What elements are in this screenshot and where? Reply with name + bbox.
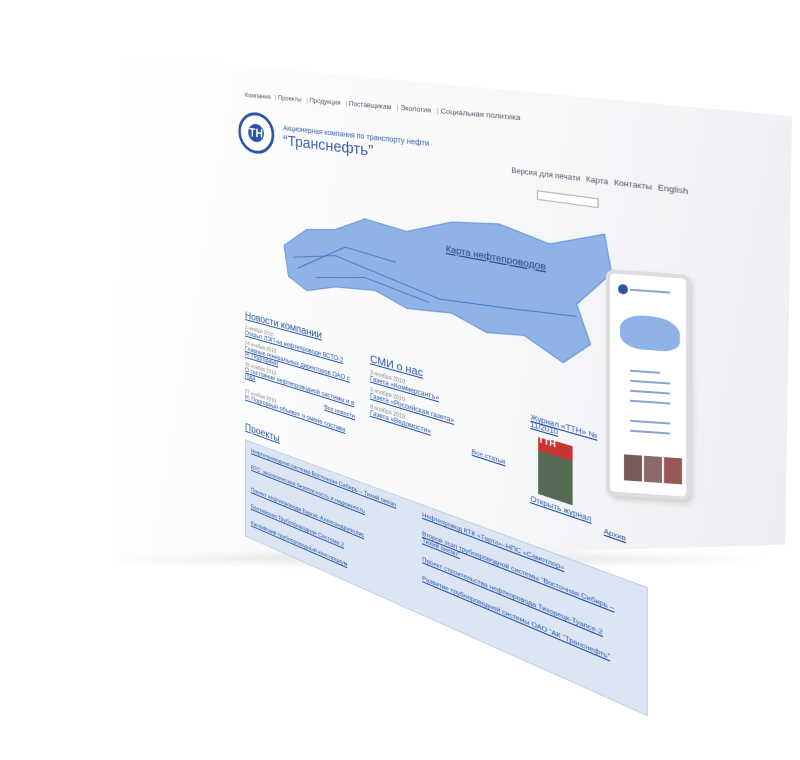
tablet-logo-icon: [618, 283, 628, 295]
print-link[interactable]: Версия для печати: [511, 168, 580, 184]
tablet-text-line: [630, 419, 670, 425]
nav-item[interactable]: Продукция: [306, 97, 340, 107]
nav-item[interactable]: Экология: [397, 104, 431, 115]
media-section: СМИ о нас 3 ноября 2010 Газета «Коммерса…: [370, 354, 505, 467]
company-title: Акционерная компания по транспорту нефти…: [283, 125, 429, 167]
sitemap-link[interactable]: Карта: [586, 177, 608, 187]
nav-item[interactable]: Проекты: [275, 94, 302, 104]
english-link[interactable]: English: [658, 185, 688, 197]
journal-link[interactable]: Открыть журнал: [530, 496, 625, 536]
journal-cover[interactable]: ТТН: [538, 436, 573, 506]
tablet-device: [606, 269, 690, 501]
tablet-text-line: [630, 379, 670, 385]
tablet-text-line: [630, 389, 670, 395]
search-input[interactable]: [536, 190, 599, 209]
tablet-text-line: [630, 369, 660, 374]
tablet-photo: [644, 455, 662, 483]
tablet-text-line: [630, 288, 670, 294]
tablet-photo: [664, 457, 682, 485]
tablet-map: [620, 314, 680, 353]
tablet-text-line: [630, 399, 670, 405]
tablet-text-line: [630, 429, 670, 435]
tablet-photo: [624, 454, 642, 482]
company-news: Новости компании 3 ноября 2010 Открыт ЛЭ…: [245, 310, 355, 437]
contacts-link[interactable]: Контакты: [614, 180, 652, 192]
nav-item[interactable]: Компания: [245, 92, 271, 101]
